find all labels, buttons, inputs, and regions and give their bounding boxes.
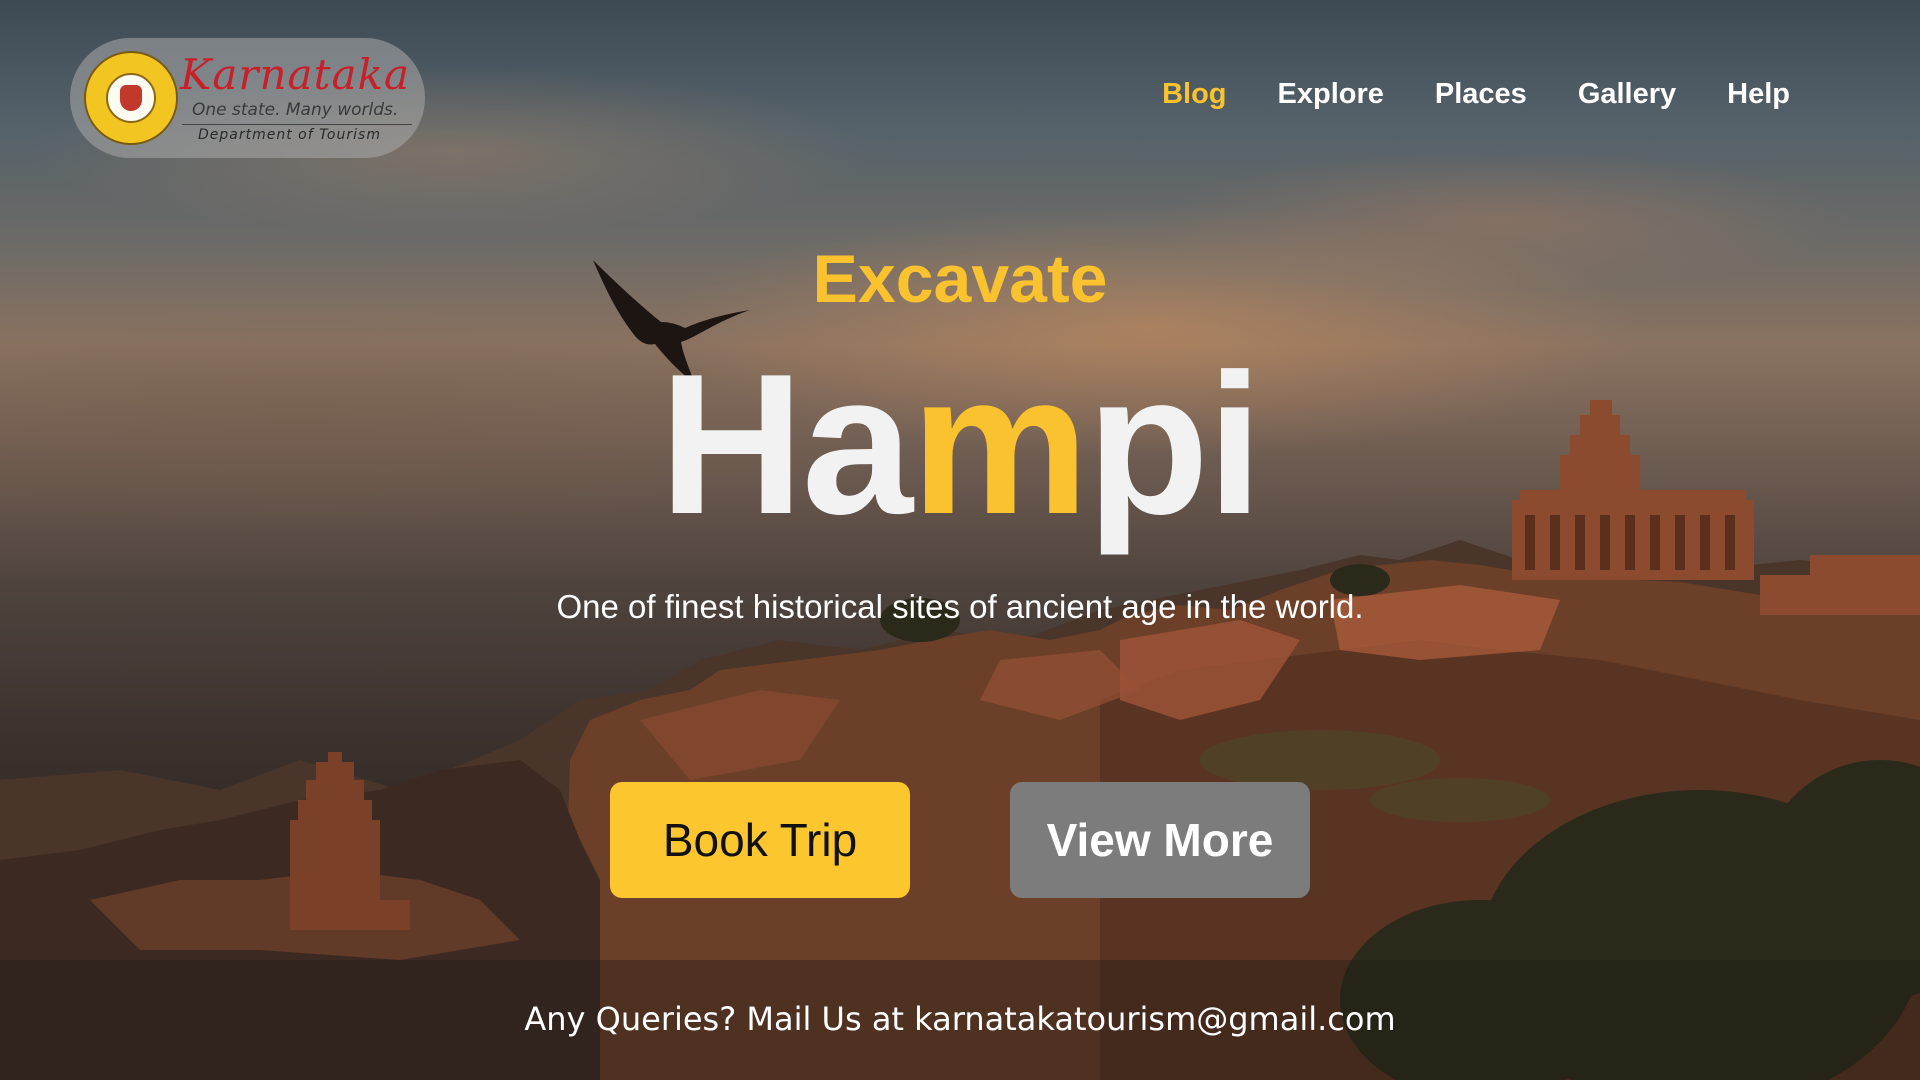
logo-department: Department of Tourism [198,127,381,143]
hero-eyebrow: Excavate [812,241,1108,317]
book-trip-button[interactable]: Book Trip [610,782,910,898]
emblem-shield-icon [120,85,142,111]
government-seal-icon [84,51,178,145]
nav-item-blog[interactable]: Blog [1162,78,1226,111]
headline-part-start: Ha [659,333,913,556]
headline-part-accent: m [911,333,1089,556]
contact-email-note: Any Queries? Mail Us at karnatakatourism… [524,1000,1396,1038]
logo-divider [182,124,412,125]
nav-item-gallery[interactable]: Gallery [1578,78,1676,111]
logo-title: Karnataka [180,50,410,99]
nav-item-places[interactable]: Places [1435,78,1527,111]
nav-item-explore[interactable]: Explore [1278,78,1384,111]
nav-item-help[interactable]: Help [1727,78,1790,111]
headline-part-end: pi [1086,333,1263,556]
hero-section: Karnataka One state. Many worlds. Depart… [0,0,1920,1080]
main-navigation: Blog Explore Places Gallery Help [1162,78,1790,111]
logo-tagline: One state. Many worlds. [192,100,399,120]
hero-headline: Hampi [0,345,1920,545]
karnataka-tourism-logo[interactable]: Karnataka One state. Many worlds. Depart… [70,38,425,158]
hero-subtitle: One of finest historical sites of ancien… [556,588,1364,625]
view-more-button[interactable]: View More [1010,782,1310,898]
